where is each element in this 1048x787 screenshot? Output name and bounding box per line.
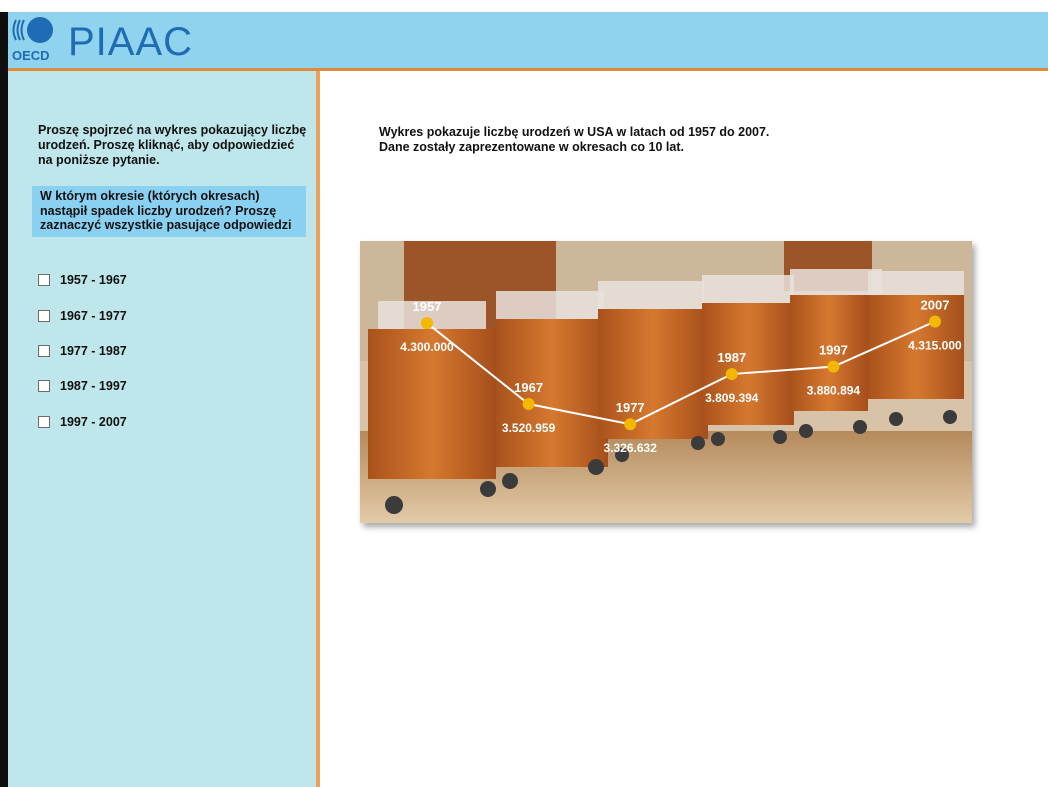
data-point-1997 bbox=[827, 360, 840, 373]
option-checkbox[interactable] bbox=[38, 274, 50, 286]
question-text: W którym okresie (których okresach) nast… bbox=[32, 186, 306, 237]
value-label-1977: 3.326.632 bbox=[604, 441, 658, 455]
window-left-border bbox=[0, 12, 8, 787]
option-label: 1957 - 1967 bbox=[60, 273, 127, 287]
option-checkbox[interactable] bbox=[38, 380, 50, 392]
description-line-1: Wykres pokazuje liczbę urodzeń w USA w l… bbox=[379, 125, 770, 139]
window-top-border bbox=[0, 0, 1048, 12]
option-1987-1997[interactable]: 1987 - 1997 bbox=[38, 379, 127, 393]
description-line-2: Dane zostały zaprezentowane w okresach c… bbox=[379, 140, 684, 154]
option-checkbox[interactable] bbox=[38, 310, 50, 322]
data-point-2007 bbox=[929, 315, 941, 328]
option-label: 1987 - 1997 bbox=[60, 379, 127, 393]
option-1967-1977[interactable]: 1967 - 1977 bbox=[38, 309, 127, 323]
chart-description: Wykres pokazuje liczbę urodzeń w USA w l… bbox=[379, 125, 769, 155]
option-1977-1987[interactable]: 1977 - 1987 bbox=[38, 344, 127, 358]
value-label-1967: 3.520.959 bbox=[502, 421, 556, 435]
app-header: OECD PIAAC bbox=[8, 12, 1048, 68]
option-label: 1997 - 2007 bbox=[60, 415, 127, 429]
nursery-photo bbox=[360, 241, 972, 523]
oecd-logo: OECD bbox=[12, 17, 53, 63]
data-point-1967 bbox=[522, 398, 535, 411]
data-point-1957 bbox=[421, 317, 433, 330]
data-point-1987 bbox=[725, 368, 738, 381]
option-checkbox[interactable] bbox=[38, 345, 50, 357]
value-label-1987: 3.809.394 bbox=[705, 391, 759, 405]
year-label-2007: 2007 bbox=[921, 298, 950, 313]
value-label-1997: 3.880.894 bbox=[807, 384, 861, 398]
data-point-1977 bbox=[624, 418, 637, 431]
year-label-1967: 1967 bbox=[514, 380, 543, 395]
year-label-1957: 1957 bbox=[413, 299, 442, 314]
year-label-1997: 1997 bbox=[819, 343, 848, 358]
births-chart-svg: 1957 4.300.000 1967 3.520.959 1977 3.326.632 1… bbox=[360, 241, 972, 523]
instructions-text: Proszę spojrzeć na wykres pokazujący lic… bbox=[38, 123, 307, 167]
option-1957-1967[interactable]: 1957 - 1967 bbox=[38, 273, 127, 287]
option-label: 1977 - 1987 bbox=[60, 344, 127, 358]
option-1997-2007[interactable]: 1997 - 2007 bbox=[38, 415, 127, 429]
year-label-1987: 1987 bbox=[717, 350, 746, 365]
year-label-1977: 1977 bbox=[616, 400, 645, 415]
oecd-logo-text: OECD bbox=[12, 48, 50, 63]
value-label-2007: 4.315.000 bbox=[908, 339, 962, 353]
stimulus-panel: Wykres pokazuje liczbę urodzeń w USA w l… bbox=[320, 71, 1048, 787]
option-checkbox[interactable] bbox=[38, 416, 50, 428]
question-panel: Proszę spojrzeć na wykres pokazujący lic… bbox=[8, 71, 316, 787]
births-chart: 1957 4.300.000 1967 3.520.959 1977 3.326.632 1… bbox=[360, 241, 972, 523]
option-label: 1967 - 1977 bbox=[60, 309, 127, 323]
app-title: PIAAC bbox=[68, 20, 194, 64]
value-label-1957: 4.300.000 bbox=[400, 340, 454, 354]
